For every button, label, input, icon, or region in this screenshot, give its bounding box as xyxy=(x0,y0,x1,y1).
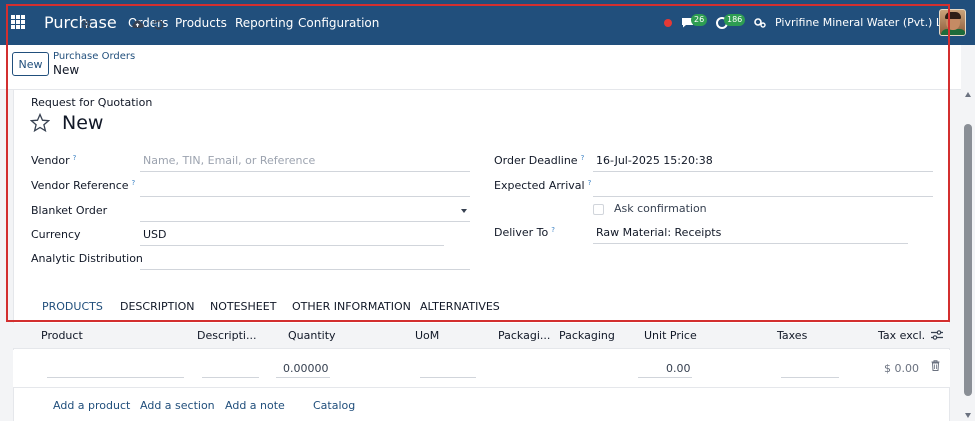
expected-arrival-label: Expected Arrival? xyxy=(494,179,592,192)
col-tax-excl[interactable]: Tax excl. xyxy=(878,329,925,342)
table-row[interactable] xyxy=(13,350,950,388)
record-title[interactable]: New xyxy=(62,112,103,134)
gear-icon[interactable] xyxy=(81,19,91,29)
rfq-label: Request for Quotation xyxy=(31,96,153,109)
column-settings-icon[interactable] xyxy=(931,330,943,340)
tab-notesheet[interactable]: NOTESHEET xyxy=(210,300,276,322)
menu-configuration[interactable]: Configuration xyxy=(298,16,379,30)
company-name[interactable]: Pivrifine Mineral Water (Pvt.) Ltd. xyxy=(775,16,957,29)
vendor-input[interactable]: Name, TIN, Email, or Reference xyxy=(140,150,470,172)
breadcrumb-purchase-orders[interactable]: Purchase Orders xyxy=(53,51,135,62)
expected-arrival-input[interactable] xyxy=(593,175,933,197)
col-packaging[interactable]: Packaging xyxy=(559,329,615,342)
chevron-down-icon xyxy=(461,209,467,213)
scrollbar-thumb[interactable] xyxy=(964,124,972,396)
notebook-tabs: PRODUCTS DESCRIPTION NOTESHEET OTHER INF… xyxy=(31,298,937,322)
apps-grid-icon[interactable] xyxy=(11,15,25,29)
scroll-up-icon[interactable] xyxy=(965,92,971,97)
col-quantity[interactable]: Quantity xyxy=(288,329,336,342)
scroll-down-icon[interactable] xyxy=(965,413,971,418)
new-button[interactable]: New xyxy=(12,52,49,76)
ask-confirmation-label[interactable]: Ask confirmation xyxy=(614,202,707,215)
tab-alternatives[interactable]: ALTERNATIVES xyxy=(420,300,500,322)
uom-cell-input[interactable] xyxy=(420,377,476,378)
unit-price-cell-input[interactable] xyxy=(638,377,692,378)
status-dot-icon[interactable] xyxy=(664,19,672,27)
col-description[interactable]: Descripti... xyxy=(197,329,256,342)
cloud-save-icon[interactable] xyxy=(131,19,144,29)
quantity-cell-input[interactable] xyxy=(276,377,330,378)
col-taxes[interactable]: Taxes xyxy=(777,329,807,342)
col-unit-price[interactable]: Unit Price xyxy=(644,329,697,342)
order-lines-header: Product Descripti... Quantity UoM Packag… xyxy=(13,323,950,349)
col-uom[interactable]: UoM xyxy=(415,329,439,342)
blanket-order-select[interactable] xyxy=(140,200,470,222)
activity-badge: 186 xyxy=(724,14,746,26)
vendor-reference-label: Vendor Reference? xyxy=(31,179,136,192)
add-note-link[interactable]: Add a note xyxy=(225,399,285,412)
user-avatar[interactable] xyxy=(939,9,966,36)
deliver-to-label: Deliver To? xyxy=(494,226,555,239)
control-panel: New Purchase Orders New xyxy=(0,45,961,90)
currency-input[interactable]: USD xyxy=(140,224,444,246)
product-cell-input[interactable] xyxy=(47,377,184,378)
taxes-cell-input[interactable] xyxy=(781,377,839,378)
top-navbar: Purchase Orders Products Reporting Confi… xyxy=(0,0,975,45)
company-switch-icon[interactable] xyxy=(754,18,766,28)
analytic-distribution-input[interactable] xyxy=(140,248,470,270)
tab-products[interactable]: PRODUCTS xyxy=(42,300,103,322)
catalog-link[interactable]: Catalog xyxy=(313,399,355,412)
vendor-label: Vendor? xyxy=(31,154,77,167)
chat-badge: 26 xyxy=(691,14,708,26)
star-icon[interactable] xyxy=(30,113,50,133)
currency-label: Currency xyxy=(31,228,81,241)
breadcrumb-current: New xyxy=(53,63,80,77)
col-packaging-qty[interactable]: Packagi... xyxy=(498,329,550,342)
quantity-value: 0.00000 xyxy=(283,362,329,375)
tab-other-information[interactable]: OTHER INFORMATION xyxy=(292,300,411,322)
description-cell-input[interactable] xyxy=(202,377,259,378)
vendor-reference-input[interactable] xyxy=(140,175,470,197)
ask-confirmation-checkbox[interactable] xyxy=(593,204,604,215)
add-section-link[interactable]: Add a section xyxy=(140,399,215,412)
tab-description[interactable]: DESCRIPTION xyxy=(120,300,194,322)
menu-reporting[interactable]: Reporting xyxy=(235,16,293,30)
deliver-to-input[interactable]: Raw Material: Receipts xyxy=(593,222,908,244)
add-product-link[interactable]: Add a product xyxy=(53,399,130,412)
tax-excl-value: $ 0.00 xyxy=(884,362,919,375)
discard-undo-icon[interactable] xyxy=(153,19,164,30)
order-deadline-input[interactable]: 16-Jul-2025 15:20:38 xyxy=(593,150,933,172)
unit-price-value: 0.00 xyxy=(666,362,691,375)
analytic-distribution-label: Analytic Distribution xyxy=(31,252,143,265)
order-deadline-label: Order Deadline? xyxy=(494,154,585,167)
col-product[interactable]: Product xyxy=(41,329,83,342)
menu-products[interactable]: Products xyxy=(175,16,227,30)
blanket-order-label: Blanket Order xyxy=(31,204,108,217)
trash-icon[interactable] xyxy=(931,360,940,371)
